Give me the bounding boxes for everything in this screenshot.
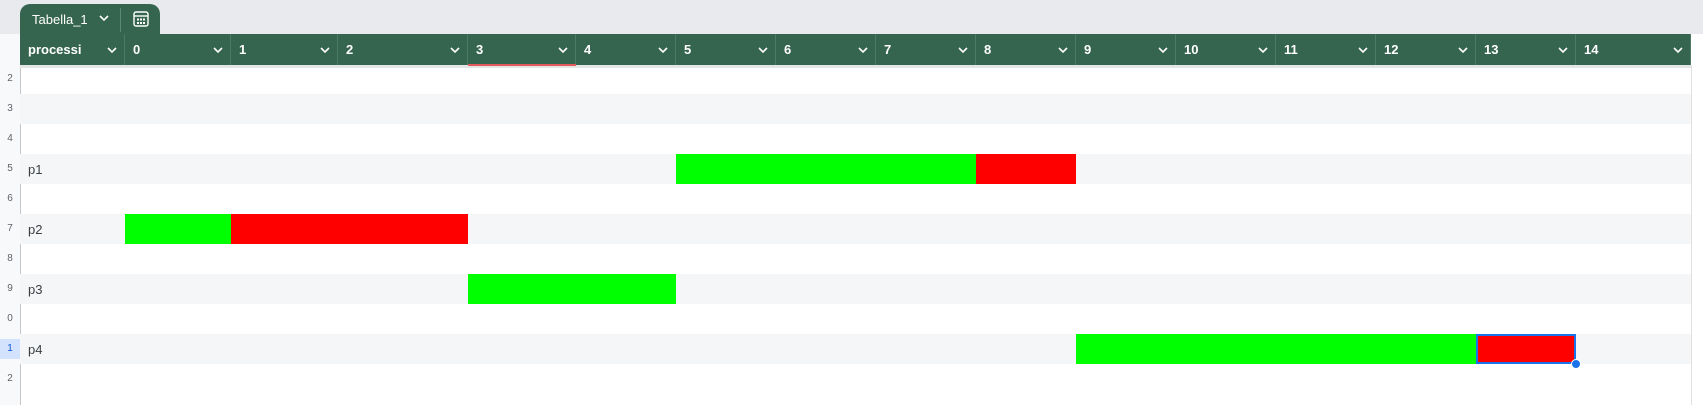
- chevron-down-icon[interactable]: [1157, 44, 1169, 56]
- chevron-down-icon[interactable]: [1557, 44, 1569, 56]
- gantt-bar-p1-wait[interactable]: [976, 154, 1076, 184]
- column-header-5[interactable]: 5: [676, 34, 776, 65]
- column-header-label: 14: [1584, 42, 1599, 57]
- row-number[interactable]: 6: [0, 189, 20, 209]
- column-header-14[interactable]: 14: [1576, 34, 1691, 65]
- chevron-down-icon[interactable]: [857, 44, 869, 56]
- chevron-down-icon[interactable]: [1357, 44, 1369, 56]
- column-header-10[interactable]: 10: [1176, 34, 1276, 65]
- chevron-down-icon[interactable]: [1672, 44, 1684, 56]
- column-header-label: 2: [346, 42, 354, 57]
- column-header-13[interactable]: 13: [1476, 34, 1576, 65]
- column-header-label: 11: [1284, 42, 1298, 57]
- column-header-6[interactable]: 6: [776, 34, 876, 65]
- column-header-processi[interactable]: processi: [20, 34, 125, 65]
- column-header-label: 4: [584, 42, 592, 57]
- row-number[interactable]: 7: [0, 219, 20, 239]
- fill-handle[interactable]: [1571, 359, 1581, 369]
- chevron-down-icon[interactable]: [449, 44, 461, 56]
- table-name-tab[interactable]: Tabella_1: [20, 4, 160, 34]
- row-number[interactable]: 4: [0, 129, 20, 149]
- chevron-down-icon[interactable]: [757, 44, 769, 56]
- column-header-9[interactable]: 9: [1076, 34, 1176, 65]
- column-header-1[interactable]: 1: [231, 34, 338, 65]
- row-number[interactable]: 1: [0, 339, 20, 359]
- row-number[interactable]: 2: [0, 369, 20, 389]
- vertical-scrollbar[interactable]: [1691, 65, 1703, 405]
- column-header-label: 3: [476, 42, 484, 57]
- chevron-down-icon[interactable]: [557, 44, 569, 56]
- column-header-3[interactable]: 3: [468, 34, 576, 65]
- chevron-down-icon[interactable]: [106, 44, 118, 56]
- column-header-8[interactable]: 8: [976, 34, 1076, 65]
- table-calculator-icon[interactable]: [132, 10, 150, 28]
- table-tab-bar: [0, 4, 1703, 34]
- tab-divider: [120, 8, 121, 32]
- column-header-label: 10: [1184, 42, 1199, 57]
- column-header-0[interactable]: 0: [125, 34, 231, 65]
- gantt-bar-p4-run[interactable]: [1076, 334, 1476, 364]
- column-header-label: 8: [984, 42, 992, 57]
- column-marker: [468, 64, 576, 66]
- chevron-down-icon[interactable]: [1457, 44, 1469, 56]
- row-number[interactable]: 3: [0, 99, 20, 119]
- column-header-4[interactable]: 4: [576, 34, 676, 65]
- selected-cell[interactable]: [1476, 334, 1576, 364]
- header-shadow: [20, 65, 1691, 68]
- row-number[interactable]: 5: [0, 159, 20, 179]
- column-header-11[interactable]: 11: [1276, 34, 1376, 65]
- row-number[interactable]: 0: [0, 309, 20, 329]
- chevron-down-icon[interactable]: [98, 12, 110, 24]
- column-header-label: 6: [784, 42, 792, 57]
- column-header-label: 13: [1484, 42, 1499, 57]
- table-header-row: processi 0 1 2 3 4 5 6 7 8 9 10 11 12 13 14: [20, 34, 1691, 65]
- process-label-p4[interactable]: p4: [28, 342, 42, 357]
- column-header-7[interactable]: 7: [876, 34, 976, 65]
- process-label-p1[interactable]: p1: [28, 162, 42, 177]
- column-header-label: 12: [1384, 42, 1399, 57]
- chevron-down-icon[interactable]: [1057, 44, 1069, 56]
- chevron-down-icon[interactable]: [957, 44, 969, 56]
- chevron-down-icon[interactable]: [657, 44, 669, 56]
- column-header-label: 1: [239, 42, 247, 57]
- gantt-bar-p2-run[interactable]: [125, 214, 231, 244]
- table-name: Tabella_1: [32, 12, 88, 27]
- process-label-p2[interactable]: p2: [28, 222, 42, 237]
- column-header-label: 5: [684, 42, 692, 57]
- row-number[interactable]: 8: [0, 249, 20, 269]
- process-label-p3[interactable]: p3: [28, 282, 42, 297]
- column-header-label: 0: [133, 42, 141, 57]
- column-header-label: 9: [1084, 42, 1092, 57]
- table-row-band: [20, 274, 1691, 304]
- gantt-bar-p3-run[interactable]: [468, 274, 676, 304]
- column-header-label: 7: [884, 42, 892, 57]
- table-row-band: [20, 94, 1691, 124]
- column-header-label: processi: [28, 42, 82, 57]
- chevron-down-icon[interactable]: [1257, 44, 1269, 56]
- row-number[interactable]: 2: [0, 69, 20, 89]
- chevron-down-icon[interactable]: [319, 44, 331, 56]
- chevron-down-icon[interactable]: [212, 44, 224, 56]
- row-number[interactable]: 9: [0, 279, 20, 299]
- column-header-2[interactable]: 2: [338, 34, 468, 65]
- gantt-bar-p2-wait[interactable]: [231, 214, 468, 244]
- column-header-12[interactable]: 12: [1376, 34, 1476, 65]
- gantt-bar-p1-run[interactable]: [676, 154, 976, 184]
